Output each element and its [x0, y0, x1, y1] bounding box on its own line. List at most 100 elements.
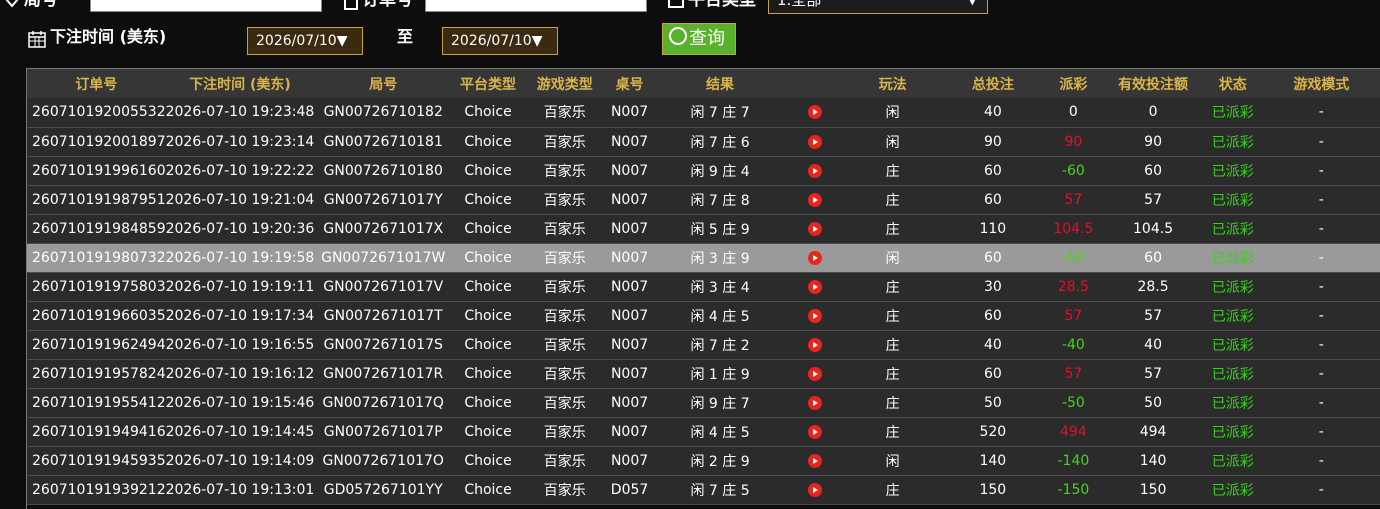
table-row[interactable]: 260710191957824 2026-07-10 19:16:12 GN0072… [27, 359, 1380, 388]
table-no-cell: N007 [610, 423, 649, 440]
table-row[interactable]: 260710191996160 2026-07-10 19:22:22 GN0072… [27, 156, 1380, 185]
table-row[interactable]: 260710192001897 2026-07-10 19:23:14 GN0072… [27, 127, 1380, 156]
heart-icon [5, 0, 19, 8]
play-icon[interactable] [808, 308, 823, 323]
order-cell: 260710191966035 [32, 307, 166, 324]
query-button[interactable]: 查询 [662, 23, 736, 55]
total-bet-cell: 60 [983, 162, 1002, 179]
valid-bet-cell: 57 [1144, 307, 1162, 324]
order-cell: 260710191945935 [32, 452, 166, 469]
play-icon[interactable] [808, 221, 823, 236]
replay[interactable] [787, 272, 844, 301]
play-icon[interactable] [808, 395, 823, 410]
table-row[interactable]: 260710191975803 2026-07-10 19:19:11 GN0072… [27, 272, 1380, 301]
replay[interactable] [787, 243, 844, 272]
replay[interactable] [787, 156, 844, 185]
round-cell: GN0072671017R [323, 365, 444, 382]
table-row[interactable]: 260710192005532 2026-07-10 19:23:48 GN0072… [27, 98, 1380, 127]
play-icon[interactable] [808, 482, 823, 497]
replay[interactable] [787, 214, 844, 243]
replay[interactable] [787, 475, 844, 504]
valid-bet-cell: 0 [1148, 104, 1158, 121]
replay[interactable] [787, 417, 844, 446]
replay[interactable] [787, 330, 844, 359]
date-from-picker[interactable]: 2026/07/10▼ [247, 27, 363, 55]
play-icon[interactable] [808, 366, 823, 381]
status-cell: 已派彩 [1211, 250, 1254, 267]
table-row[interactable]: 260710191966035 2026-07-10 19:17:34 GN0072… [27, 301, 1380, 330]
status-cell: 已派彩 [1211, 192, 1254, 209]
replay[interactable] [787, 185, 844, 214]
payout-cell: -140 [1057, 452, 1090, 469]
date-to-picker[interactable]: 2026/07/10▼ [442, 27, 558, 55]
total-bet-cell: 50 [983, 394, 1002, 411]
replay[interactable] [787, 446, 844, 475]
replay[interactable] [787, 127, 844, 156]
game-mode-cell: - [1318, 423, 1324, 440]
table-no-cell: N007 [610, 249, 649, 266]
table-no-cell: D057 [610, 481, 649, 498]
table-row[interactable]: 260710191962494 2026-07-10 19:16:55 GN0072… [27, 330, 1380, 359]
total-bet-cell: 30 [983, 278, 1002, 295]
table-no-cell: N007 [610, 104, 649, 121]
play-icon[interactable] [808, 163, 823, 178]
game-type-cell: 百家乐 [543, 105, 586, 122]
time-cell: 2026-07-10 19:19:11 [165, 278, 315, 295]
column-header-total-bet: 总投注 [971, 76, 1014, 93]
game-mode-cell: - [1318, 481, 1324, 498]
platform-cell: Choice [464, 481, 512, 498]
play-icon[interactable] [808, 453, 823, 468]
order-input[interactable] [425, 0, 647, 12]
total-bet-cell: 40 [983, 104, 1002, 121]
result-cell: 闲 9 庄 4 [690, 163, 750, 180]
table-no-cell: N007 [610, 278, 649, 295]
filter-row-top: 局号 订单号 平台类型 1.全部 ▼ [0, 0, 1380, 16]
platform-select-value: 1.全部 [777, 0, 822, 9]
table-row[interactable]: 260710191945935 2026-07-10 19:14:09 GN0072… [27, 446, 1380, 475]
order-cell: 260710191975803 [32, 278, 166, 295]
valid-bet-cell: 104.5 [1133, 220, 1174, 237]
play-icon[interactable] [808, 105, 823, 120]
payout-cell: -40 [1061, 336, 1085, 353]
search-icon [669, 27, 687, 45]
bet-type-cell: 庄 [885, 163, 900, 180]
round-cell: GN0072671017W [321, 249, 446, 266]
replay[interactable] [787, 98, 844, 127]
play-icon[interactable] [808, 134, 823, 149]
round-input[interactable] [90, 0, 322, 12]
table-row[interactable]: 260710191987951 2026-07-10 19:21:04 GN0072… [27, 185, 1380, 214]
column-header-result: 结果 [706, 76, 735, 93]
game-type-cell: 百家乐 [543, 366, 586, 383]
play-icon[interactable] [808, 279, 823, 294]
round-cell: GN0072671017T [323, 307, 443, 324]
game-mode-cell: - [1318, 307, 1324, 324]
game-mode-cell: - [1318, 336, 1324, 353]
play-icon[interactable] [808, 250, 823, 265]
play-icon[interactable] [808, 424, 823, 439]
order-cell: 260710192005532 [32, 104, 166, 121]
bet-type-cell: 庄 [885, 192, 900, 209]
table-header-row: 订单号 下注时间 (美东) 局号 平台类型 游戏类型 桌号 结果 玩法 总投注 派彩 有效投注额 状态… [27, 69, 1380, 98]
replay[interactable] [787, 388, 844, 417]
total-bet-cell: 90 [983, 133, 1002, 150]
replay[interactable] [787, 359, 844, 388]
to-label: 至 [397, 27, 414, 46]
table-no-cell: N007 [610, 220, 649, 237]
payout-cell: -150 [1057, 481, 1090, 498]
table-row[interactable]: 260710191939212 2026-07-10 19:13:01 GD0572… [27, 475, 1380, 504]
table-row[interactable]: 260710191980732 2026-07-10 19:19:58 GN0072… [27, 243, 1380, 272]
column-header-status: 状态 [1218, 76, 1247, 93]
result-cell: 闲 1 庄 9 [690, 366, 750, 383]
replay[interactable] [787, 301, 844, 330]
order-label: 订单号 [362, 0, 413, 10]
order-cell: 260710191955412 [32, 394, 166, 411]
platform-select[interactable]: 1.全部 ▼ [768, 0, 988, 14]
play-icon[interactable] [808, 192, 823, 207]
table-row[interactable]: 260710191955412 2026-07-10 19:15:46 GN0072… [27, 388, 1380, 417]
total-bet-cell: 110 [979, 220, 1007, 237]
play-icon[interactable] [808, 337, 823, 352]
game-type-cell: 百家乐 [543, 192, 586, 209]
platform-cell: Choice [464, 191, 512, 208]
table-row[interactable]: 260710191984859 2026-07-10 19:20:36 GN0072… [27, 214, 1380, 243]
table-row[interactable]: 260710191949416 2026-07-10 19:14:45 GN0072… [27, 417, 1380, 446]
